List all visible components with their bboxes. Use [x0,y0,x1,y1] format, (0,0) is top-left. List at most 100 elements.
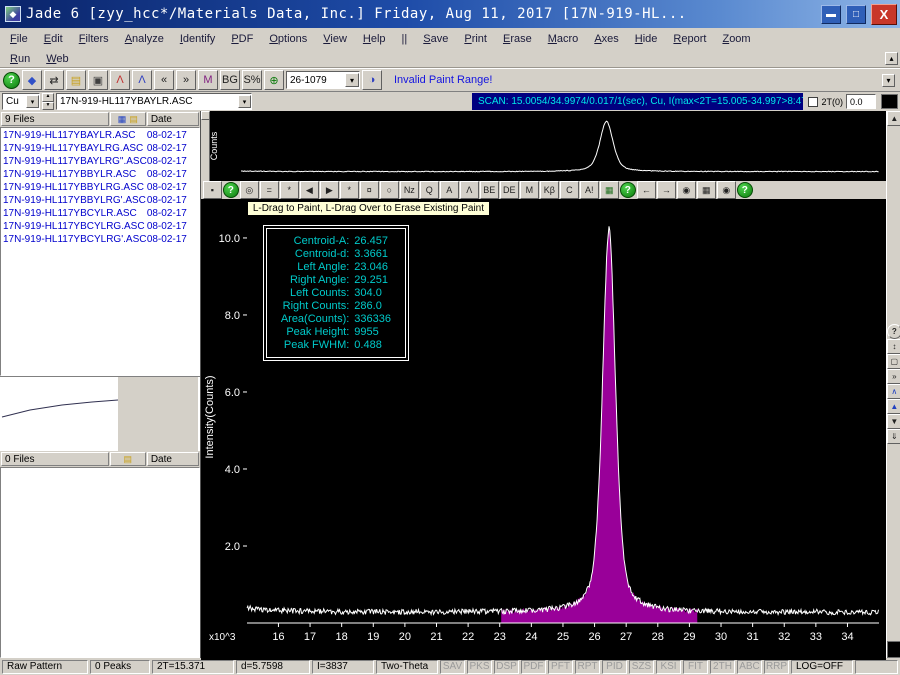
log-toggle[interactable]: LOG=OFF [791,660,853,674]
menu-item-report[interactable]: Report [665,29,714,49]
scroll-up2-icon[interactable]: ▲ [887,399,900,414]
titlebar[interactable]: ◆ Jade 6 [zyy_hcc*/Materials Data, Inc.]… [0,0,900,28]
active-file-combo[interactable]: 17N-919-HL117YBAYLR.ASC ▾ [56,93,252,110]
help-icon[interactable]: ? [223,182,239,198]
pattern-red-icon[interactable]: Λ [110,70,130,90]
arrow-right-icon[interactable]: ▶ [320,181,339,199]
scroll-up-icon[interactable]: ▲ [887,111,900,126]
file-count-bottom[interactable]: 0 Files [1,452,109,466]
pattern-blue-icon[interactable]: Λ [132,70,152,90]
date-column-header[interactable]: Date [147,112,199,126]
ai-icon[interactable]: A! [580,181,599,199]
menu-item-pdf[interactable]: PDF [223,29,261,49]
grid-icon[interactable]: ▦ [600,181,619,199]
file-list-item[interactable]: 17N-919-HL117YBBYLRG'.ASC08-02-17 [1,194,199,207]
file-list-item[interactable]: 17N-919-HL117YBAYLRG".ASC08-02-17 [1,155,199,168]
menu-item-help[interactable]: Help [355,29,394,49]
expand-vertical-icon[interactable]: ↕ [887,339,900,354]
status-button-sav[interactable]: SAV [440,660,465,674]
status-button-pft[interactable]: PFT [548,660,573,674]
status-button-abc[interactable]: ABC [737,660,762,674]
menu-item-file[interactable]: File [2,29,36,49]
columns-icon[interactable]: ▦ [118,114,127,125]
main-chart-area[interactable]: 161718192021222324252627282930313233342.… [201,199,886,660]
print-icon[interactable]: ▣ [88,70,108,90]
overview-slider-strip[interactable] [201,111,210,181]
file-list-item[interactable]: 17N-919-HL117YBBYLR.ASC08-02-17 [1,168,199,181]
status-button-rpt[interactable]: RPT [575,660,600,674]
spin-down-icon[interactable]: ▼ [42,102,54,111]
help3-icon[interactable]: ? [737,182,753,198]
chevron-down-icon[interactable]: ▾ [26,95,39,108]
status-button-2th[interactable]: 2TH [710,660,735,674]
menu-item-run[interactable]: Run [2,49,38,69]
slider-handle[interactable] [201,111,210,120]
status-button-fit[interactable]: FIT [683,660,708,674]
smooth-icon[interactable]: S% [242,70,262,90]
menu-item-save[interactable]: Save [415,29,456,49]
toolbar-overflow-icon[interactable]: ▾ [882,74,895,87]
help2-icon[interactable]: ? [620,182,636,198]
menu-item-erase[interactable]: Erase [495,29,540,49]
anode-combo[interactable]: Cu ▾ [2,93,40,110]
zoom-icon[interactable]: Q [420,181,439,199]
pattern-color-swatch[interactable] [881,94,898,109]
forward-icon[interactable]: → [657,181,676,199]
close-button[interactable]: X [871,4,897,25]
menu-item-view[interactable]: View [315,29,355,49]
menu-item-analyze[interactable]: Analyze [117,29,172,49]
shift-right-icon[interactable]: » [176,70,196,90]
file-list[interactable]: 17N-919-HL117YBAYLR.ASC08-02-1717N-919-H… [0,127,200,376]
star-icon[interactable]: * [280,181,299,199]
web-globe-icon[interactable]: ⊕ [264,70,284,90]
compare-arrows-icon[interactable]: ⇄ [44,70,64,90]
menu-item-separator[interactable]: || [394,29,416,49]
menu-item-zoom[interactable]: Zoom [714,29,758,49]
date-column-header-bottom[interactable]: Date [147,452,199,466]
help-icon[interactable]: ? [887,324,900,339]
page-right-icon[interactable]: » [887,369,900,384]
menu-item-filters[interactable]: Filters [71,29,117,49]
panel-toggle-icon[interactable]: ▪ [203,181,222,199]
eyedropper-icon[interactable]: ◑ [362,70,382,90]
file-list-item[interactable]: 17N-919-HL117YBAYLRG.ASC08-02-17 [1,142,199,155]
arrow-left-icon[interactable]: ◀ [300,181,319,199]
pdf-set-dropdown[interactable]: 26-1079 ▾ [286,71,360,89]
grid2-icon[interactable]: ▦ [697,181,716,199]
menu-item-identify[interactable]: Identify [172,29,223,49]
shift-left-icon[interactable]: « [154,70,174,90]
star2-icon[interactable]: * [340,181,359,199]
dot2-icon[interactable]: ◉ [717,181,736,199]
nz-icon[interactable]: Nz [400,181,419,199]
axis-units[interactable]: Two-Theta [376,660,438,674]
overview-chart-area[interactable]: Counts [201,111,886,181]
menu-item-edit[interactable]: Edit [36,29,71,49]
spin-up-icon[interactable]: ▲ [42,93,54,102]
menu-overflow-icon[interactable]: ▴ [885,52,898,65]
file-list-item[interactable]: 17N-919-HL117YBCYLRG.ASC08-02-17 [1,220,199,233]
profile-icon[interactable]: Λ [460,181,479,199]
corner-swatch[interactable] [887,641,900,658]
chevron-down-icon[interactable]: ▾ [345,73,359,87]
m-icon[interactable]: M [520,181,539,199]
pattern-spinner[interactable]: ▲▼ [42,93,54,110]
menu-item-print[interactable]: Print [456,29,495,49]
be-icon[interactable]: BE [480,181,499,199]
pattern-thumbnail[interactable] [0,376,200,451]
menu-item-hide[interactable]: Hide [627,29,666,49]
status-button-szs[interactable]: SZS [629,660,654,674]
background-icon[interactable]: BG [220,70,240,90]
folder-icon[interactable]: ▤ [124,454,133,465]
file-count[interactable]: 9 Files [1,112,109,126]
gear-icon[interactable]: ¤ [360,181,379,199]
menu-item-macro[interactable]: Macro [540,29,587,49]
menu-item-options[interactable]: Options [261,29,315,49]
overview-chart[interactable]: Counts [201,111,886,181]
status-button-dsp[interactable]: DSP [494,660,519,674]
target-icon[interactable]: ◎ [240,181,259,199]
status-button-ksi[interactable]: KSI [656,660,681,674]
menu-item-web[interactable]: Web [38,49,76,69]
maximize-button[interactable]: □ [846,5,866,24]
status-button-pdf[interactable]: PDF [521,660,546,674]
equals-icon[interactable]: = [260,181,279,199]
